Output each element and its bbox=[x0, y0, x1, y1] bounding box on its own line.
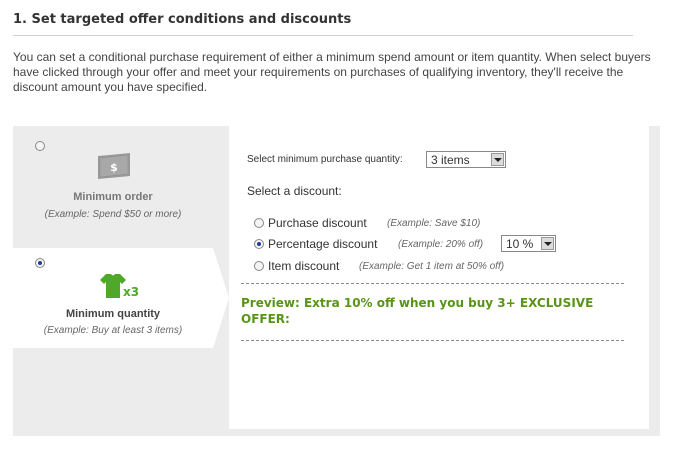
section-intro: You can set a conditional purchase requi… bbox=[13, 50, 651, 94]
minimum-order-example: (Example: Spend $50 or more) bbox=[44, 209, 182, 220]
minimum-quantity-radio[interactable] bbox=[35, 258, 45, 268]
item-discount-example: (Example: Get 1 item at 50% off) bbox=[359, 261, 505, 272]
x3-label: x3 bbox=[123, 285, 138, 299]
purchase-discount-radio[interactable] bbox=[254, 218, 264, 228]
chevron-down-icon[interactable] bbox=[491, 153, 504, 166]
percentage-discount-label[interactable]: Percentage discount bbox=[268, 237, 377, 251]
percentage-discount-example: (Example: 20% off) bbox=[398, 239, 484, 250]
dollar-sign: $ bbox=[110, 161, 118, 174]
quantity-select-value: 3 items bbox=[431, 153, 470, 167]
percentage-select[interactable]: 10 % bbox=[501, 235, 556, 252]
discount-label: Select a discount: bbox=[247, 184, 342, 198]
quantity-select[interactable]: 3 items bbox=[426, 151, 506, 168]
purchase-discount-label[interactable]: Purchase discount bbox=[268, 216, 367, 230]
purchase-discount-example: (Example: Save $10) bbox=[387, 218, 481, 229]
condition-option-minimum-quantity[interactable]: x3 Minimum quantity (Example: Buy at lea… bbox=[13, 248, 213, 348]
quantity-label: Select minimum purchase quantity: bbox=[247, 154, 403, 165]
preview-top-divider bbox=[241, 283, 624, 284]
percentage-select-value: 10 % bbox=[506, 237, 534, 251]
minimum-order-label: Minimum order bbox=[73, 191, 153, 203]
section-title: 1. Set targeted offer conditions and dis… bbox=[13, 12, 352, 27]
percentage-discount-radio[interactable] bbox=[254, 239, 264, 249]
dollar-bill-icon: $ bbox=[96, 152, 132, 180]
minimum-order-radio[interactable] bbox=[35, 141, 45, 151]
minimum-quantity-label: Minimum quantity bbox=[65, 308, 161, 320]
item-discount-radio[interactable] bbox=[254, 261, 264, 271]
condition-option-minimum-order[interactable]: $ Minimum order (Example: Spend $50 or m… bbox=[13, 138, 213, 238]
offer-conditions-panel: $ Minimum order (Example: Spend $50 or m… bbox=[13, 126, 660, 436]
discount-settings: Select minimum purchase quantity: 3 item… bbox=[229, 126, 649, 429]
item-discount-label[interactable]: Item discount bbox=[268, 259, 339, 273]
selected-option-pointer bbox=[213, 248, 229, 348]
preview-bottom-divider bbox=[241, 340, 624, 341]
offer-preview: Preview: Extra 10% off when you buy 3+ E… bbox=[241, 296, 594, 326]
chevron-down-icon[interactable] bbox=[541, 237, 554, 250]
tshirt-x3-icon: x3 bbox=[98, 273, 138, 299]
title-divider bbox=[13, 35, 633, 36]
minimum-quantity-example: (Example: Buy at least 3 items) bbox=[43, 325, 183, 336]
